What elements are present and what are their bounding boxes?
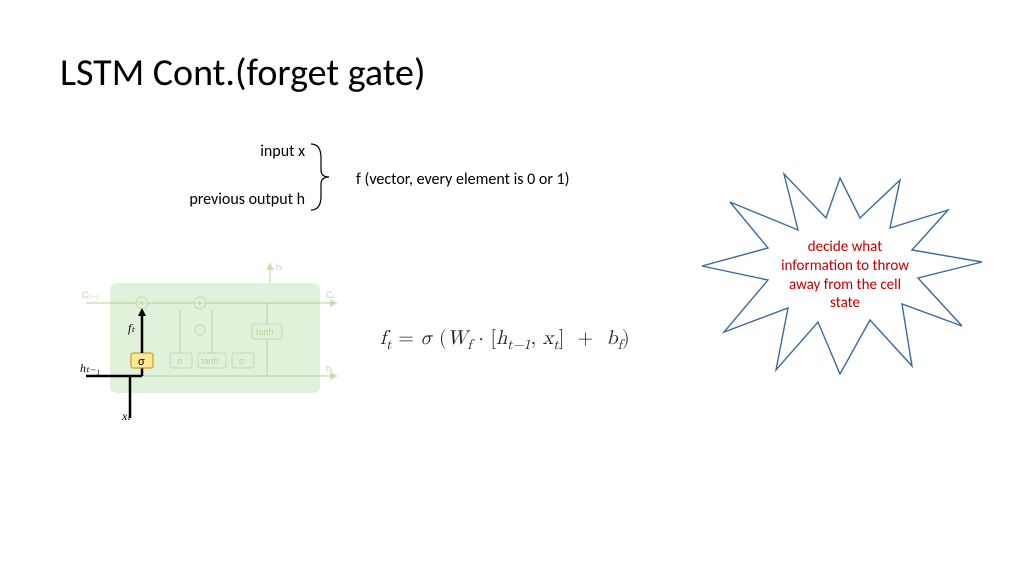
svg-text:σ: σ — [177, 356, 183, 366]
brace-label-input-x: input x — [185, 142, 305, 161]
svg-text:σ: σ — [239, 356, 245, 366]
label-ht1: hₜ₋₁ — [80, 361, 100, 375]
brace-label-prev-h: previous output h — [185, 190, 305, 209]
slide: LSTM Cont.(forget gate) input x previous… — [0, 0, 1024, 576]
brace-group: input x previous output h — [185, 142, 385, 212]
right-brace-icon — [307, 140, 333, 214]
label-c-left: Cₜ₋₁ — [82, 290, 99, 300]
lstm-cell-diagram: hₜ Cₜ₋₁ Cₜ × + hₜ σ tanh σ — [80, 258, 340, 423]
slide-title: LSTM Cont.(forget gate) — [60, 50, 425, 96]
label-ft: fₜ — [128, 321, 135, 335]
svg-text:×: × — [139, 298, 144, 308]
sigma-label: σ — [138, 356, 145, 368]
f-description: f (vector, every element is 0 or 1) — [356, 170, 569, 189]
label-xt: xₜ — [121, 409, 131, 423]
label-tanh-out: tanh — [256, 327, 274, 337]
label-ht-right: hₜ — [326, 364, 334, 374]
label-tanh-box: tanh — [201, 356, 219, 366]
forget-gate-equation: ft = σ (Wf · [ht−1, xt] + bf) — [380, 326, 630, 354]
label-ht-top: hₜ — [276, 262, 284, 272]
label-c-right: Cₜ — [326, 290, 335, 300]
starburst-text: decide what information to throw away fr… — [775, 238, 915, 313]
svg-text:+: + — [197, 298, 202, 308]
